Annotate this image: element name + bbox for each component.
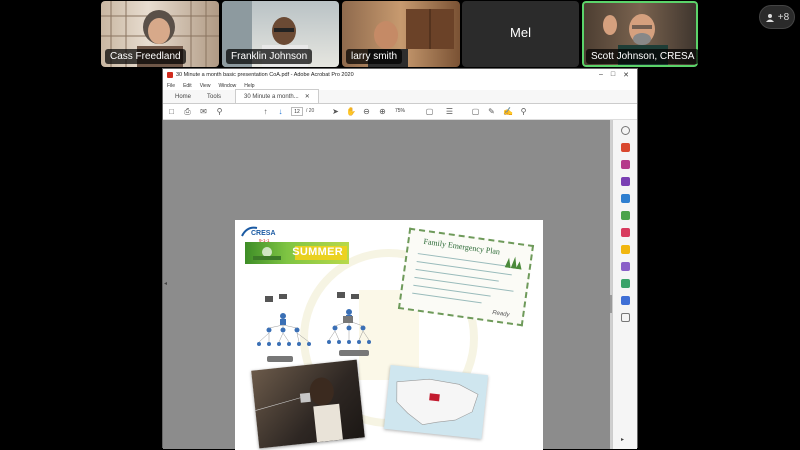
close-icon[interactable]: ✕ bbox=[623, 71, 629, 79]
menu-file[interactable]: File bbox=[167, 83, 175, 89]
participant-tile-cass[interactable]: Cass Freedland bbox=[101, 1, 219, 67]
participant-name: Franklin Johnson bbox=[226, 49, 313, 64]
next-page-icon[interactable]: ↓ bbox=[276, 107, 285, 116]
toolbar: □ ⎙ ✉ ⚲ ↑ ↓ 12 / 20 ➤ ✋ ⊖ ⊕ 75% ▢ ☰ ▢ ✎ … bbox=[163, 104, 637, 120]
create-pdf-icon[interactable] bbox=[621, 160, 630, 169]
search-icon[interactable]: ⚲ bbox=[215, 107, 224, 116]
beach-icon bbox=[253, 247, 281, 260]
tab-tools[interactable]: Tools bbox=[199, 94, 229, 103]
acrobat-window: 30 Minute a month basic presentation CoA… bbox=[162, 68, 638, 450]
more-tools-icon[interactable] bbox=[621, 313, 630, 322]
scroll-mode-icon[interactable]: ☰ bbox=[445, 107, 454, 116]
pen-icon[interactable]: ✎ bbox=[487, 107, 496, 116]
stamp-icon[interactable]: ⚲ bbox=[519, 107, 528, 116]
print-icon[interactable]: ⎙ bbox=[183, 107, 192, 116]
participant-tile-mel[interactable]: Mel bbox=[462, 1, 579, 67]
comment-icon[interactable]: ▢ bbox=[471, 107, 480, 116]
participant-name: Scott Johnson, CRESA bbox=[586, 49, 698, 64]
document-viewer[interactable]: ◂ CRESA 9-1-1 SUMMER Family Emergency Pl… bbox=[163, 120, 612, 450]
zoom-out-icon[interactable]: ⊖ bbox=[362, 107, 371, 116]
us-map-photo bbox=[383, 365, 489, 439]
participant-name: larry smith bbox=[346, 49, 403, 64]
comment-tool-icon[interactable] bbox=[621, 245, 630, 254]
zoom-tool-icon[interactable] bbox=[621, 126, 630, 135]
phone-tree-caption-right bbox=[339, 350, 369, 356]
tools-pane: ▸ bbox=[612, 120, 637, 449]
scan-icon[interactable] bbox=[621, 228, 630, 237]
phone-tree-diagram bbox=[257, 292, 371, 346]
more-participants-count: +8 bbox=[777, 11, 790, 23]
save-icon[interactable]: □ bbox=[167, 107, 176, 116]
draw-icon[interactable]: ✍ bbox=[503, 107, 513, 116]
page-number-input[interactable]: 12 bbox=[291, 107, 303, 116]
edit-pdf-icon[interactable] bbox=[621, 177, 630, 186]
tab-bar: Home Tools 30 Minute a month... ✕ bbox=[163, 89, 637, 104]
maximize-icon[interactable]: □ bbox=[611, 71, 615, 79]
girl-photo-figure bbox=[255, 377, 343, 443]
title-bar: 30 Minute a month basic presentation CoA… bbox=[163, 69, 637, 81]
menu-window[interactable]: Window bbox=[218, 83, 236, 89]
document-tab-label: 30 Minute a month... bbox=[244, 93, 299, 100]
participant-tile-franklin[interactable]: Franklin Johnson bbox=[222, 1, 339, 67]
family-emergency-plan-card: Family Emergency Plan Ready bbox=[397, 227, 535, 327]
select-cursor-icon[interactable]: ➤ bbox=[331, 107, 340, 116]
trees-icon bbox=[504, 256, 522, 270]
protect-icon[interactable] bbox=[621, 296, 630, 305]
meeting-stage: Cass Freedland Franklin Johnson larry sm… bbox=[0, 0, 800, 450]
participant-tile-larry[interactable]: larry smith bbox=[342, 1, 460, 67]
expand-pane-icon[interactable]: ▸ bbox=[621, 436, 630, 445]
combine-files-icon[interactable] bbox=[621, 194, 630, 203]
zoom-in-icon[interactable]: ⊕ bbox=[378, 107, 387, 116]
ready-label: Ready bbox=[491, 310, 510, 319]
us-map-shape bbox=[396, 378, 479, 426]
participants-icon bbox=[765, 13, 774, 22]
plan-title: Family Emergency Plan bbox=[422, 236, 501, 257]
participant-tile-scott[interactable]: Scott Johnson, CRESA bbox=[582, 1, 698, 67]
minimize-icon[interactable]: – bbox=[599, 71, 603, 79]
tab-document[interactable]: 30 Minute a month... ✕ bbox=[235, 89, 319, 103]
summer-banner-text: SUMMER bbox=[292, 246, 343, 258]
menu-edit[interactable]: Edit bbox=[183, 83, 192, 89]
menu-help[interactable]: Help bbox=[244, 83, 254, 89]
organize-pages-icon[interactable] bbox=[621, 211, 630, 220]
acrobat-app-icon bbox=[167, 72, 173, 78]
participant-name: Mel bbox=[510, 25, 531, 40]
participant-name: Cass Freedland bbox=[105, 49, 186, 64]
window-title: 30 Minute a month basic presentation CoA… bbox=[176, 72, 354, 78]
email-icon[interactable]: ✉ bbox=[199, 107, 208, 116]
fit-page-icon[interactable]: ▢ bbox=[425, 107, 434, 116]
summer-banner: SUMMER bbox=[245, 242, 349, 264]
close-tab-icon[interactable]: ✕ bbox=[305, 93, 310, 100]
prev-page-icon[interactable]: ↑ bbox=[261, 107, 270, 116]
page-total: / 20 bbox=[306, 108, 315, 114]
export-pdf-icon[interactable] bbox=[621, 143, 630, 152]
left-panel-toggle-icon[interactable]: ◂ bbox=[164, 280, 167, 287]
zoom-level[interactable]: 75% bbox=[395, 107, 415, 116]
svg-text:CRESA: CRESA bbox=[251, 230, 276, 237]
fill-sign-icon[interactable] bbox=[621, 262, 630, 271]
tab-home[interactable]: Home bbox=[167, 94, 199, 103]
phone-tree-caption-left bbox=[267, 356, 293, 362]
girl-tin-can-photo bbox=[251, 359, 365, 449]
pdf-page: CRESA 9-1-1 SUMMER Family Emergency Plan bbox=[235, 220, 543, 450]
menu-view[interactable]: View bbox=[200, 83, 211, 89]
more-participants-button[interactable]: +8 bbox=[759, 5, 795, 29]
print-production-icon[interactable] bbox=[621, 279, 630, 288]
hand-tool-icon[interactable]: ✋ bbox=[346, 107, 356, 116]
